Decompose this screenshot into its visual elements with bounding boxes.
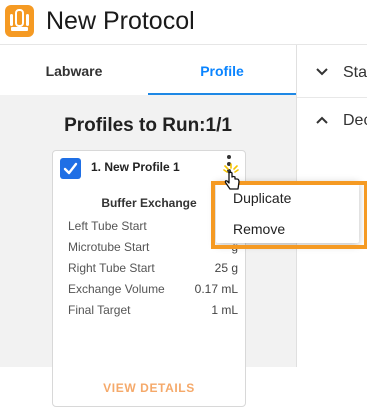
detail-label: Exchange Volume <box>68 282 165 296</box>
detail-value: 1 mL <box>211 303 238 317</box>
tab-labware[interactable]: Labware <box>0 45 148 95</box>
section-title: Profiles to Run:1/1 <box>64 115 232 136</box>
chevron-down-icon <box>316 68 328 76</box>
detail-value: 25 g <box>214 261 238 275</box>
profile-checkbox[interactable] <box>60 158 81 179</box>
app-header: New Protocol <box>0 0 367 44</box>
app-title: New Protocol <box>46 7 195 35</box>
detail-label: Final Target <box>68 303 131 317</box>
right-divider <box>297 97 367 98</box>
view-details-link[interactable]: VIEW DETAILS <box>53 381 245 395</box>
right-section-label: Dec <box>343 112 367 129</box>
right-section-start[interactable]: Sta <box>297 51 367 97</box>
detail-row: Right Tube Start 25 g <box>68 261 238 277</box>
detail-label: Microtube Start <box>68 240 150 254</box>
detail-row: Exchange Volume 0.17 mL <box>68 282 238 298</box>
detail-label: Right Tube Start <box>68 261 155 275</box>
hand-cursor-icon <box>223 163 240 190</box>
right-section-dec[interactable]: Dec <box>297 99 367 145</box>
tab-profile[interactable]: Profile <box>148 45 296 95</box>
active-tab-indicator <box>148 93 296 95</box>
checkmark-icon <box>63 162 78 175</box>
profile-title: 1. New Profile 1 <box>91 160 180 174</box>
detail-value: 0.17 mL <box>194 282 238 296</box>
detail-label: Left Tube Start <box>68 219 147 233</box>
app-logo-icon <box>5 5 34 37</box>
tab-bar: Labware Profile <box>0 45 296 95</box>
detail-row: Final Target 1 mL <box>68 303 238 319</box>
right-section-label: Sta <box>343 64 367 81</box>
chevron-up-icon <box>316 116 328 124</box>
